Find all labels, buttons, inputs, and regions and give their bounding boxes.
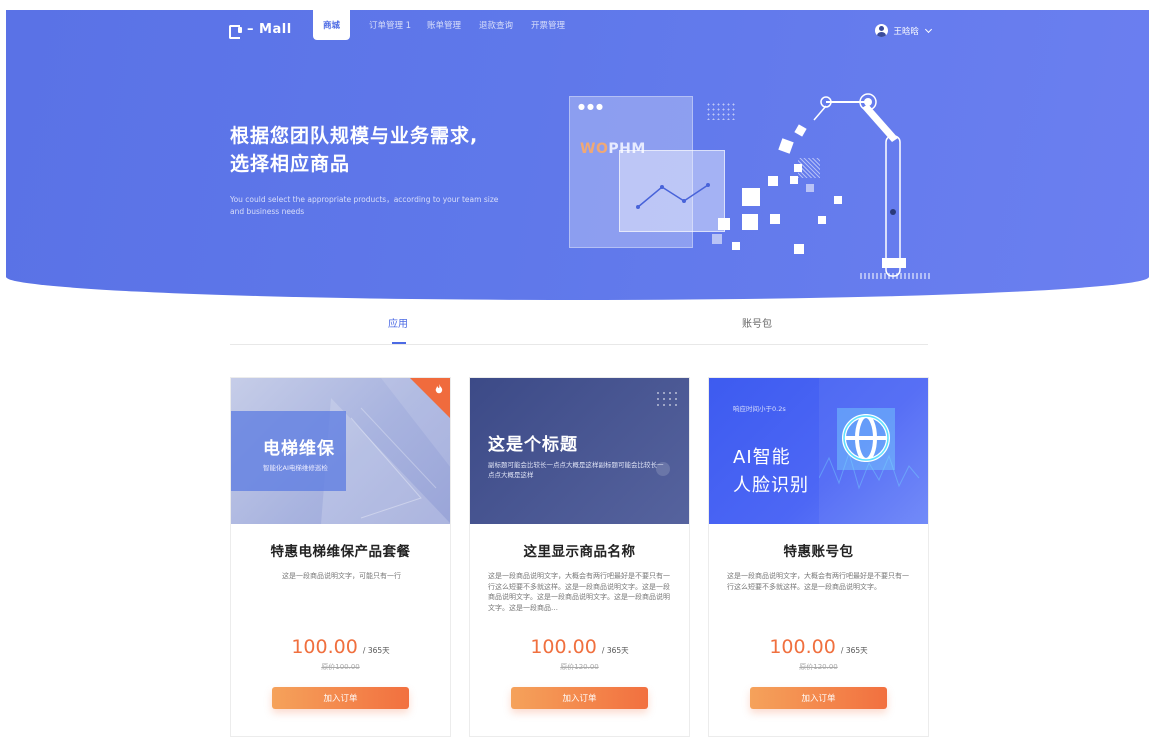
card-image-title: 电梯维保 (263, 439, 335, 459)
hero-title-line1: 根据您团队规模与业务需求, (230, 125, 479, 147)
chevron-down-icon (924, 25, 933, 33)
card-image-title: 这是个标题 (488, 435, 578, 455)
hero-illustration: ●●● WOPHM (566, 80, 946, 300)
card-title: 特惠电梯维保产品套餐 (270, 544, 411, 560)
nav-item-bills[interactable]: 账单管理 (424, 10, 464, 40)
illustration-text-a: WO (580, 141, 609, 157)
add-to-order-button[interactable]: 加入订单 (750, 687, 887, 709)
pixel-square (790, 176, 798, 184)
card-title: 这里显示商品名称 (523, 544, 636, 560)
avatar-icon (875, 24, 889, 37)
user-name: 王晗晗 (893, 26, 919, 37)
price-unit: / 365天 (840, 646, 868, 655)
pixel-square (718, 218, 730, 230)
pixel-square (742, 188, 760, 206)
robot-arm-icon (813, 93, 932, 279)
original-price: 原价100.00 (321, 663, 360, 671)
hero-title-line2: 选择相应商品 (230, 153, 351, 175)
illustration-chart-window (619, 150, 725, 232)
logo-text: – Mall (247, 22, 292, 37)
card-title: 特惠账号包 (783, 544, 854, 560)
price-row: 100.00 / 365天 (709, 636, 928, 658)
card-image-title: AI智能 人脸识别 (733, 444, 809, 500)
nav-item-mall[interactable]: 商城 (313, 10, 350, 40)
nav-item-invoices[interactable]: 开票管理 (528, 10, 568, 40)
original-price: 原价120.00 (799, 663, 838, 671)
line-chart-icon (636, 183, 710, 209)
price-row: 100.00 / 365天 (470, 636, 689, 658)
dot-grid-icon (655, 390, 677, 406)
nav-item-refunds[interactable]: 退款查询 (476, 10, 516, 40)
user-menu[interactable]: 王晗晗 (875, 24, 933, 37)
pixel-square (778, 138, 794, 154)
fire-icon (435, 384, 443, 394)
pixel-square (768, 176, 778, 186)
active-tab-indicator (392, 342, 406, 344)
app-logo[interactable]: – Mall (229, 22, 292, 39)
card-image-title-line1: AI智能 (733, 447, 791, 468)
pixel-square (742, 214, 758, 230)
tab-apps[interactable]: 应用 (388, 315, 408, 330)
hero-banner: – Mall 商城 订单管理 1 账单管理 退款查询 开票管理 王晗晗 根据您团… (6, 10, 1149, 300)
hot-badge (410, 378, 450, 418)
nav-item-orders[interactable]: 订单管理 1 (362, 10, 418, 40)
card-image: 电梯维保 智能化AI电梯维修巡检 (231, 378, 450, 524)
product-card[interactable]: 电梯维保 智能化AI电梯维修巡检 特惠电梯维保产品套餐 这是一段商品说明文字，可… (230, 377, 451, 737)
card-description: 这是一段商品说明文字，可能只有一行 (282, 572, 401, 580)
pixel-square (770, 214, 780, 224)
card-image-caption: 响应时间小于0.2s (733, 405, 786, 413)
hero-title: 根据您团队规模与业务需求, 选择相应商品 (230, 122, 550, 178)
price: 100.00 (769, 636, 836, 658)
card-image-subtitle: 智能化AI电梯维修巡检 (263, 464, 328, 472)
product-card[interactable]: 这是个标题 副标题可能会比较长一点点大概是这样副标题可能会比较长一点点大概是这样… (469, 377, 690, 737)
dot-grid-icon (706, 102, 736, 120)
price-row: 100.00 / 365天 (231, 636, 450, 658)
globe-icon (842, 414, 890, 462)
product-card[interactable]: 响应时间小于0.2s AI智能 人脸识别 特惠账号包 这是一段商品说明文字，大概… (708, 377, 929, 737)
price: 100.00 (291, 636, 358, 658)
price: 100.00 (530, 636, 597, 658)
price-unit: / 365天 (362, 646, 390, 655)
hero-subtitle: You could select the appropriate product… (230, 195, 499, 216)
add-to-order-button[interactable]: 加入订单 (272, 687, 409, 709)
tab-account-packages[interactable]: 账号包 (742, 315, 772, 330)
logo-icon (229, 24, 243, 39)
original-price: 原价120.00 (560, 663, 599, 671)
window-dots-icon: ●●● (578, 102, 605, 111)
card-image-title-line2: 人脸识别 (733, 475, 809, 496)
pixel-square (732, 242, 740, 250)
card-image: 这是个标题 副标题可能会比较长一点点大概是这样副标题可能会比较长一点点大概是这样 (470, 378, 689, 524)
card-description: 这是一段商品说明文字，大概会有两行吧最好是不要只有一行这么短要不多就这样。这是一… (488, 572, 670, 612)
price-unit: / 365天 (601, 646, 629, 655)
product-tabs: 应用 账号包 (230, 305, 928, 345)
card-image: 响应时间小于0.2s AI智能 人脸识别 (709, 378, 928, 524)
card-image-subtitle: 副标题可能会比较长一点点大概是这样副标题可能会比较长一点点大概是这样 (488, 461, 664, 479)
pixel-square (712, 234, 722, 244)
add-to-order-button[interactable]: 加入订单 (511, 687, 648, 709)
card-description: 这是一段商品说明文字，大概会有两行吧最好是不要只有一行这么短要不多就这样。这是一… (727, 572, 909, 591)
top-nav: – Mall 商城 订单管理 1 账单管理 退款查询 开票管理 王晗晗 (6, 10, 1149, 48)
